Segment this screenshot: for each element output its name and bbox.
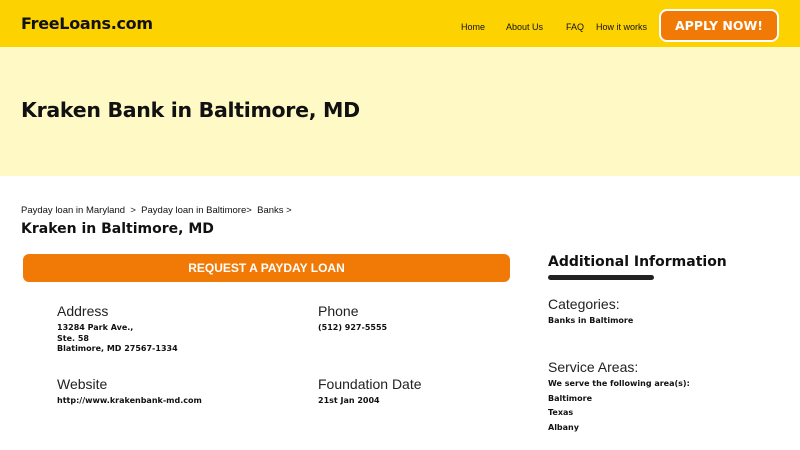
nav-how-it-works[interactable]: How it works (596, 22, 647, 32)
breadcrumb-item-maryland[interactable]: Payday loan in Maryland (21, 205, 125, 216)
breadcrumb-item-baltimore[interactable]: Payday loan in Baltimore (141, 205, 246, 216)
nav-faq[interactable]: FAQ (566, 22, 584, 32)
service-area-item: Texas (548, 408, 574, 417)
service-area-item: Albany (548, 423, 579, 432)
categories-label: Categories: (548, 296, 620, 312)
phone-label: Phone (318, 303, 359, 319)
page-title: Kraken Bank in Baltimore, MD (21, 98, 360, 122)
category-value[interactable]: Banks in Baltimore (548, 316, 633, 327)
request-payday-loan-button[interactable]: REQUEST A PAYDAY LOAN (23, 254, 510, 282)
breadcrumb: Payday loan in Maryland > Payday loan in… (21, 205, 292, 216)
website-value[interactable]: http://www.krakenbank-md.com (57, 396, 202, 407)
nav-home[interactable]: Home (461, 22, 485, 32)
additional-info-heading: Additional Information (548, 254, 727, 270)
apply-now-button[interactable]: APPLY NOW! (659, 9, 779, 42)
site-logo[interactable]: FreeLoans.com (21, 14, 153, 33)
website-label: Website (57, 376, 108, 392)
address-line: 13284 Park Ave., (57, 323, 134, 332)
nav-about-us[interactable]: About Us (506, 22, 543, 32)
address-line: Ste. 58 (57, 333, 89, 343)
breadcrumb-item-banks[interactable]: Banks (257, 205, 283, 216)
foundation-date-label: Foundation Date (318, 376, 422, 392)
phone-value: (512) 927-5555 (318, 323, 388, 332)
breadcrumb-separator: > (286, 205, 292, 216)
heading-underline (548, 275, 654, 280)
service-area-item: Baltimore (548, 394, 593, 403)
service-intro: We serve the following area(s): (548, 379, 690, 388)
address-line: Blatimore, MD 27567-1334 (57, 344, 178, 353)
address-label: Address (57, 303, 109, 319)
foundation-date-value: 21st Jan 2004 (318, 396, 380, 405)
address-value: 13284 Park Ave., Ste. 58 Blatimore, MD 2… (57, 323, 178, 355)
service-areas-label: Service Areas: (548, 359, 639, 375)
site-header: FreeLoans.com Home About Us FAQ How it w… (0, 0, 800, 47)
bank-subtitle: Kraken in Baltimore, MD (21, 221, 214, 237)
